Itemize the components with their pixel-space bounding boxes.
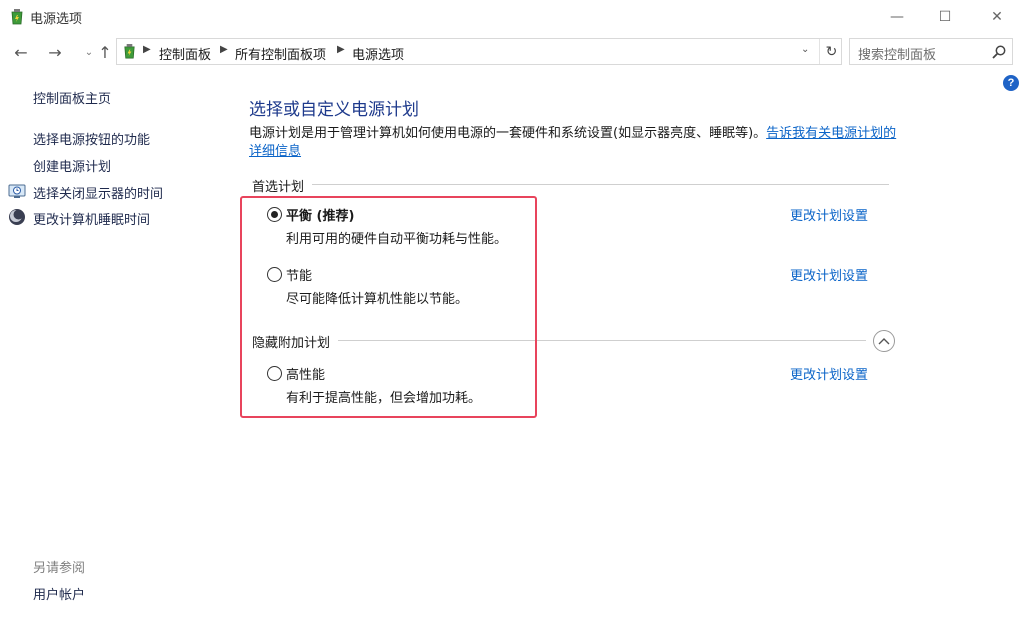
chevron-right-icon[interactable]: ▶ [337, 44, 345, 55]
change-plan-settings-power-saver[interactable]: 更改计划设置 [790, 265, 868, 284]
monitor-clock-icon [8, 184, 26, 198]
power-options-icon [11, 9, 23, 25]
breadcrumb-all-items[interactable]: 所有控制面板项 [235, 44, 326, 63]
address-bar[interactable]: ▶ 控制面板 ▶ 所有控制面板项 ▶ 电源选项 ⌄ ↻ [116, 38, 842, 65]
minimize-button[interactable]: — [874, 0, 920, 34]
refresh-button[interactable]: ↻ [819, 39, 843, 64]
search-placeholder: 搜索控制面板 [858, 48, 937, 63]
highlight-box [240, 196, 537, 418]
page-description: 电源计划是用于管理计算机如何使用电源的一套硬件和系统设置(如显示器亮度、睡眠等)… [249, 125, 899, 161]
forward-button[interactable]: → [44, 40, 66, 64]
breadcrumb-power-options[interactable]: 电源选项 [352, 44, 404, 63]
address-dropdown-icon[interactable]: ⌄ [801, 44, 809, 55]
navigation-bar: ← → ⌄ ↑ ▶ 控制面板 ▶ 所有控制面板项 ▶ 电源选项 ⌄ ↻ 搜索控制… [0, 36, 1024, 68]
chevron-up-icon [878, 338, 890, 345]
description-text: 电源计划是用于管理计算机如何使用电源的一套硬件和系统设置(如显示器亮度、睡眠等)… [249, 126, 767, 141]
change-plan-settings-balanced[interactable]: 更改计划设置 [790, 205, 868, 224]
preferred-plans-label: 首选计划 [252, 176, 313, 195]
moon-icon [9, 209, 25, 225]
back-button[interactable]: ← [10, 40, 32, 64]
sidebar-home-link[interactable]: 控制面板主页 [33, 88, 111, 107]
close-button[interactable]: ✕ [974, 0, 1020, 34]
help-icon[interactable]: ? [1003, 75, 1019, 91]
page-title: 选择或自定义电源计划 [249, 100, 419, 120]
chevron-right-icon[interactable]: ▶ [220, 44, 228, 55]
collapse-button[interactable] [873, 330, 895, 352]
section-divider [252, 184, 889, 185]
change-plan-settings-high-performance[interactable]: 更改计划设置 [790, 364, 868, 383]
up-button[interactable]: ↑ [94, 40, 116, 64]
control-panel-icon [124, 44, 135, 59]
maximize-button[interactable]: ☐ [922, 0, 968, 34]
search-icon[interactable] [991, 44, 1007, 60]
sidebar-item-create-plan[interactable]: 创建电源计划 [33, 156, 111, 175]
breadcrumb-control-panel[interactable]: 控制面板 [159, 44, 211, 63]
see-also-label: 另请参阅 [33, 561, 86, 576]
title-bar: 电源选项 — ☐ ✕ [0, 0, 1024, 34]
window-title: 电源选项 [30, 12, 83, 27]
chevron-right-icon[interactable]: ▶ [143, 44, 151, 55]
sidebar-item-sleep-time[interactable]: 更改计算机睡眠时间 [33, 209, 150, 228]
search-input[interactable]: 搜索控制面板 [849, 38, 1013, 65]
sidebar-item-display-off[interactable]: 选择关闭显示器的时间 [33, 183, 163, 202]
sidebar-item-power-buttons[interactable]: 选择电源按钮的功能 [33, 129, 150, 148]
user-accounts-link[interactable]: 用户帐户 [33, 584, 85, 603]
